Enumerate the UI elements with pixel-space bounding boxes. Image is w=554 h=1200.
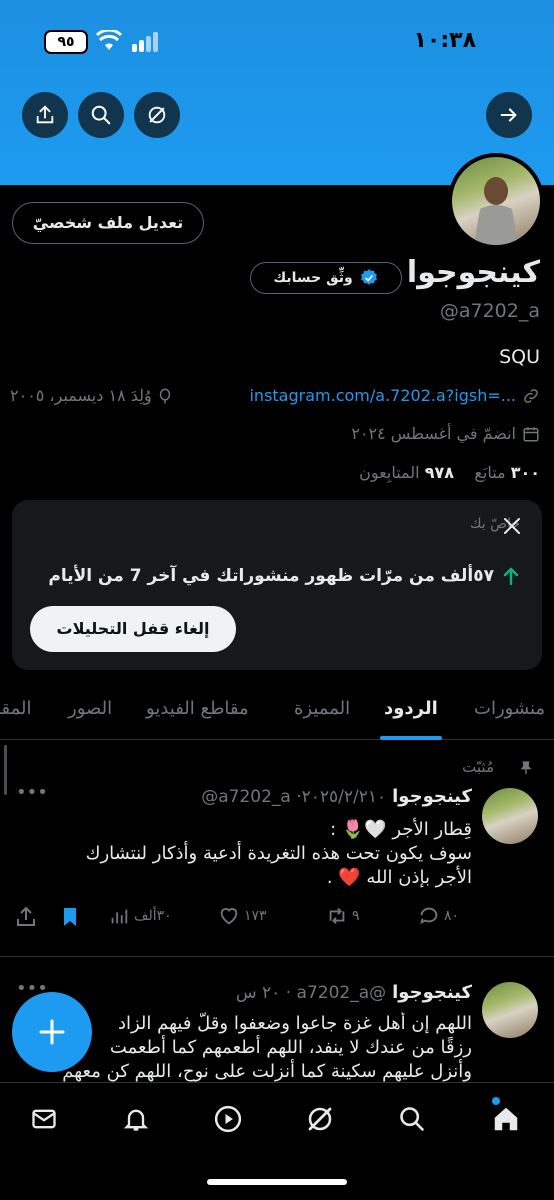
tweet-header: كينجوجوا @a7202_a · ٢٠ س xyxy=(236,982,472,1003)
battery-indicator: ٩٥ xyxy=(44,30,88,54)
cellular-signal-icon xyxy=(132,32,162,52)
grok-icon xyxy=(308,1107,332,1131)
share-icon xyxy=(36,105,54,124)
bookmark-button[interactable] xyxy=(58,905,82,933)
back-button[interactable] xyxy=(486,92,532,138)
plus-icon xyxy=(39,1019,65,1045)
search-button[interactable] xyxy=(78,92,124,138)
tab-replies[interactable]: الردود xyxy=(384,698,438,719)
tab-photos[interactable]: الصور xyxy=(68,698,112,719)
share-icon xyxy=(17,906,35,926)
arrow-up-icon xyxy=(503,567,519,586)
home-icon xyxy=(494,1107,518,1131)
close-icon xyxy=(504,518,520,534)
bookmark-filled-icon xyxy=(64,908,76,926)
active-tab-indicator xyxy=(380,736,442,740)
tab-highlights[interactable]: المميزة xyxy=(294,698,350,719)
wifi-icon xyxy=(95,28,123,52)
tweet-avatar[interactable] xyxy=(482,982,538,1038)
envelope-icon xyxy=(32,1109,56,1129)
retweet-button[interactable]: ٩ xyxy=(326,905,360,927)
unlock-analytics-button[interactable]: إلغاء قفل التحليلات xyxy=(30,606,236,652)
joined-row: انضمّ في أغسطس ٢٠٢٤ xyxy=(351,424,540,443)
pinned-indicator: مُثبّت xyxy=(462,758,532,776)
profile-avatar[interactable] xyxy=(448,153,544,249)
close-card-button[interactable] xyxy=(500,514,524,538)
nav-home[interactable] xyxy=(486,1097,526,1137)
birth-date: وُلِدَ ١٨ ديسمبر، ٢٠٠٥ xyxy=(10,386,152,405)
tweet-header: كينجوجوا @a7202_a ·٢٠٢٥/٢/٢١٠ xyxy=(201,786,472,807)
tab-posts[interactable]: منشورات xyxy=(474,698,545,719)
reply-button[interactable]: ٨٠ xyxy=(418,905,459,927)
joined-date: انضمّ في أغسطس ٢٠٢٤ xyxy=(351,424,516,443)
link-icon xyxy=(524,388,538,403)
nav-grok[interactable] xyxy=(300,1101,340,1137)
grok-icon xyxy=(148,106,166,124)
profile-bio: SQU xyxy=(499,346,540,368)
analytics-card: خاصّ بك ٥٧ألف من مرّات ظهور منشوراتك في … xyxy=(12,500,542,670)
like-button[interactable]: ١٧٣ xyxy=(218,905,267,927)
profile-meta-row: وُلِدَ ١٨ ديسمبر، ٢٠٠٥ instagram.com/a.7… xyxy=(10,386,540,410)
new-posts-dot xyxy=(492,1097,500,1105)
heart-icon xyxy=(220,908,238,925)
balloon-icon xyxy=(159,388,170,403)
tweet-author: كينجوجوا xyxy=(392,786,472,807)
nav-search[interactable] xyxy=(392,1101,432,1137)
more-options-icon[interactable]: ••• xyxy=(16,782,48,803)
profile-tabs: منشورات الردود المميزة مقاطع الفيديو الص… xyxy=(0,692,554,740)
pin-icon xyxy=(520,761,532,774)
profile-link[interactable]: instagram.com/a.7202.a?igsh=... xyxy=(249,386,516,405)
get-verified-button[interactable]: وثِّق حسابك xyxy=(250,262,402,294)
arrow-right-icon xyxy=(500,108,517,122)
follow-counts: ٣٠٠ متابَع ٩٧٨ المتابِعون xyxy=(359,463,540,482)
impressions-message: ٥٧ألف من مرّات ظهور منشوراتك في آخر 7 من… xyxy=(48,566,520,586)
tweet-meta: @a7202_a · ٢٠ س xyxy=(235,982,387,1003)
search-icon xyxy=(91,105,111,125)
home-indicator xyxy=(207,1179,347,1185)
nav-messages[interactable] xyxy=(24,1101,64,1137)
nav-video[interactable] xyxy=(208,1101,248,1137)
profile-handle: @a7202_a xyxy=(439,300,540,322)
play-circle-icon xyxy=(214,1105,242,1133)
grok-button[interactable] xyxy=(134,92,180,138)
share-button[interactable] xyxy=(22,92,68,138)
verified-badge-icon xyxy=(360,269,377,285)
views-button[interactable]: ٣٠ألف xyxy=(108,905,172,927)
compose-post-button[interactable] xyxy=(12,992,92,1072)
status-time: ١٠:٣٨ xyxy=(413,28,476,53)
bell-icon xyxy=(123,1109,149,1131)
tab-videos[interactable]: مقاطع الفيديو xyxy=(146,698,249,719)
edit-profile-button[interactable]: تعديل ملف شخصيّ xyxy=(12,202,204,244)
tweet-avatar[interactable] xyxy=(482,788,538,844)
views-icon xyxy=(111,909,128,924)
tweet-meta: @a7202_a ·٢٠٢٥/٢/٢١٠ xyxy=(201,786,387,807)
get-verified-label: وثِّق حسابك xyxy=(273,270,353,286)
tab-media[interactable]: المقا xyxy=(0,698,31,719)
reply-icon xyxy=(420,907,438,925)
tweet-body: قِطار الأجر 🤍🌷 : سوف يكون تحت هذه التغري… xyxy=(85,819,472,888)
profile-name: كينجوجوا xyxy=(406,255,540,290)
share-tweet-button[interactable] xyxy=(14,905,38,933)
nav-notifications[interactable] xyxy=(116,1101,156,1137)
following-link[interactable]: ٣٠٠ متابَع xyxy=(474,463,540,482)
followers-link[interactable]: ٩٧٨ المتابِعون xyxy=(359,463,454,482)
bottom-navigation xyxy=(0,1082,554,1200)
calendar-icon xyxy=(523,426,539,441)
tweet-author: كينجوجوا xyxy=(392,982,472,1003)
tweet-divider xyxy=(0,956,554,957)
search-icon xyxy=(400,1107,424,1131)
scrollbar[interactable] xyxy=(4,745,7,795)
retweet-icon xyxy=(329,908,345,924)
